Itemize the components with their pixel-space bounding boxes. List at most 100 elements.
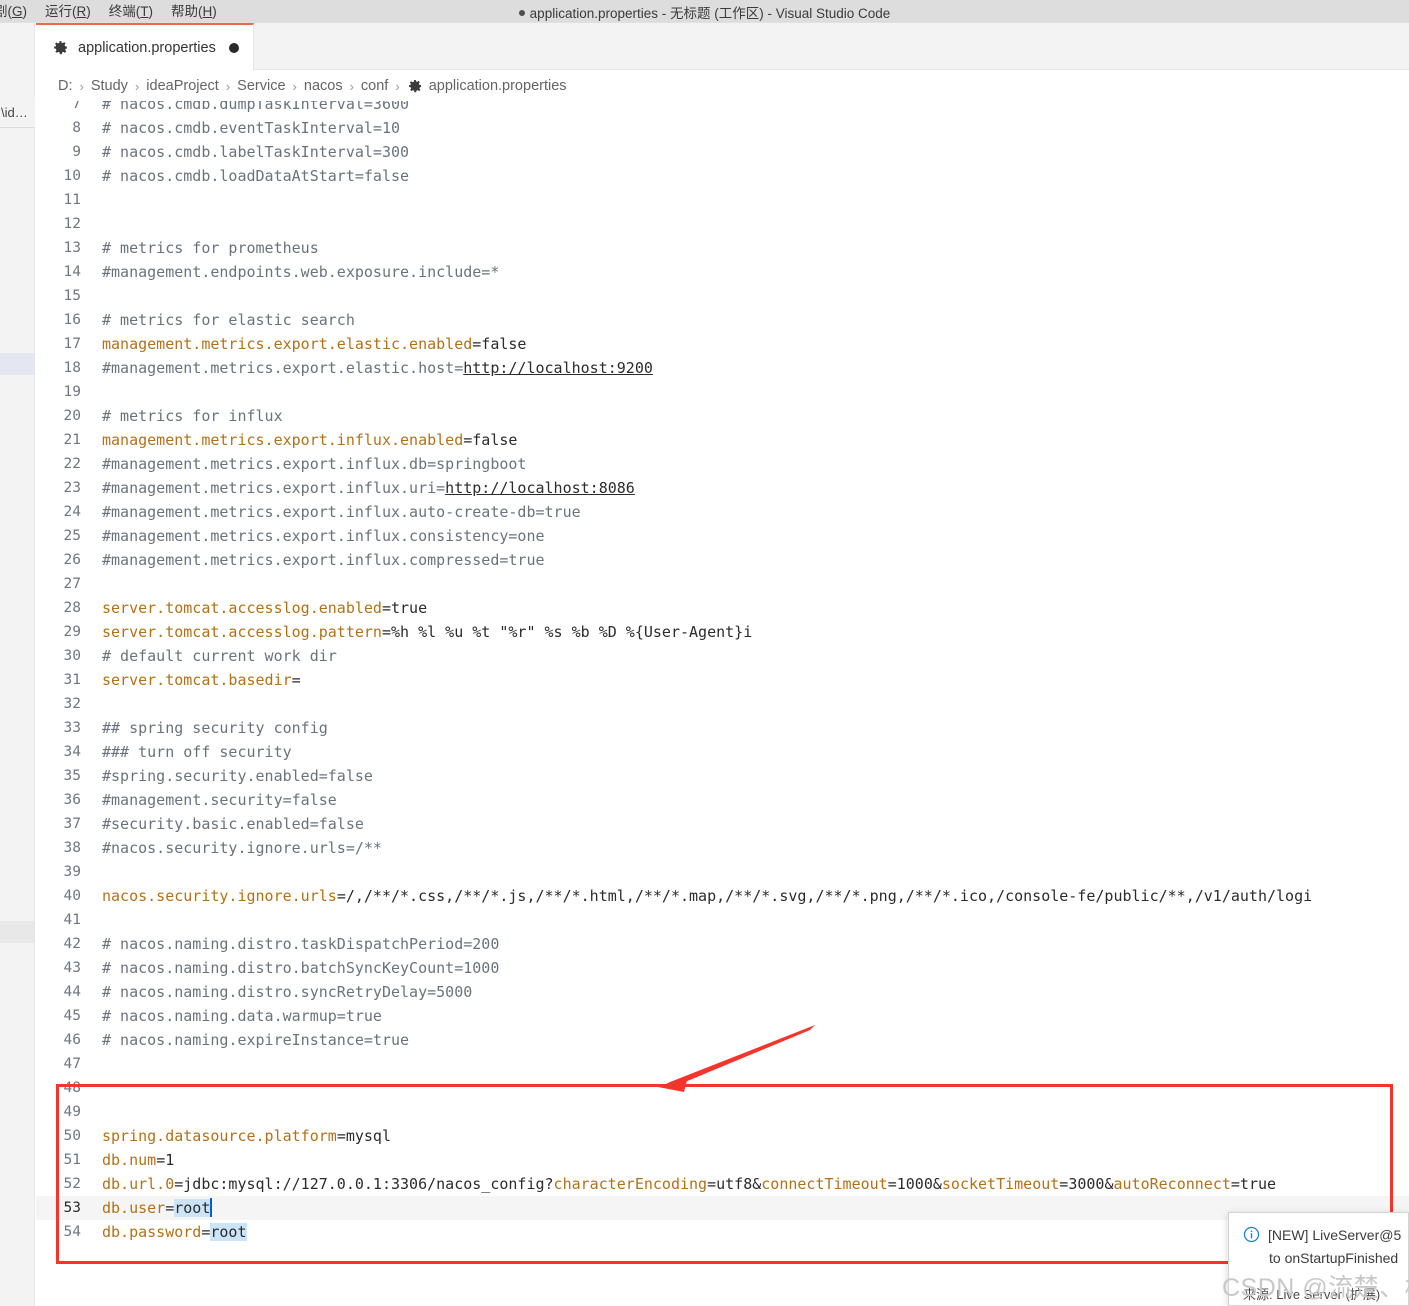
- code-line[interactable]: 36 #management.security=false: [36, 788, 1409, 812]
- code-line[interactable]: 17 management.metrics.export.elastic.enab…: [36, 332, 1409, 356]
- code-line[interactable]: 13 # metrics for prometheus: [36, 236, 1409, 260]
- notification-toast[interactable]: [NEW] LiveServer@5 to onStartupFinished …: [1228, 1212, 1409, 1306]
- line-content[interactable]: #management.metrics.export.influx.compre…: [102, 548, 545, 572]
- code-line[interactable]: 21 management.metrics.export.influx.enabl…: [36, 428, 1409, 452]
- code-line[interactable]: 15: [36, 284, 1409, 308]
- code-line[interactable]: 18 #management.metrics.export.elastic.hos…: [36, 356, 1409, 380]
- line-content[interactable]: db.password=root: [102, 1220, 247, 1244]
- line-content[interactable]: # default current work dir: [102, 644, 337, 668]
- menu-item-0[interactable]: 剧(G): [0, 0, 27, 23]
- code-line[interactable]: 16 # metrics for elastic search: [36, 308, 1409, 332]
- code-line[interactable]: 9 # nacos.cmdb.labelTaskInterval=300: [36, 140, 1409, 164]
- code-line[interactable]: 35 #spring.security.enabled=false: [36, 764, 1409, 788]
- breadcrumb-item-4[interactable]: nacos: [304, 78, 343, 94]
- line-content[interactable]: #management.metrics.export.influx.db=spr…: [102, 452, 526, 476]
- line-content[interactable]: db.url.0=jdbc:mysql://127.0.0.1:3306/nac…: [102, 1172, 1276, 1196]
- code-line[interactable]: 47: [36, 1052, 1409, 1076]
- code-line[interactable]: 43 # nacos.naming.distro.batchSyncKeyCoun…: [36, 956, 1409, 980]
- code-line[interactable]: 22 #management.metrics.export.influx.db=s…: [36, 452, 1409, 476]
- code-line[interactable]: 54 db.password=root: [36, 1220, 1409, 1244]
- code-line[interactable]: 8 # nacos.cmdb.eventTaskInterval=10: [36, 116, 1409, 140]
- code-content[interactable]: 7 # nacos.cmdb.dumpTaskInterval=3600 8 # na…: [36, 101, 1409, 1244]
- line-content[interactable]: #management.metrics.export.influx.uri=ht…: [102, 476, 635, 500]
- code-line[interactable]: 39: [36, 860, 1409, 884]
- line-content[interactable]: ## spring security config: [102, 716, 328, 740]
- line-content[interactable]: #management.security=false: [102, 788, 337, 812]
- code-line[interactable]: 44 # nacos.naming.distro.syncRetryDelay=5…: [36, 980, 1409, 1004]
- line-content[interactable]: server.tomcat.basedir=: [102, 668, 301, 692]
- code-line[interactable]: 33 ## spring security config: [36, 716, 1409, 740]
- breadcrumb-file[interactable]: application.properties: [407, 78, 567, 94]
- breadcrumb-item-5[interactable]: conf: [361, 78, 388, 94]
- line-content[interactable]: # nacos.cmdb.eventTaskInterval=10: [102, 116, 400, 140]
- line-content[interactable]: # nacos.naming.distro.syncRetryDelay=500…: [102, 980, 472, 1004]
- code-line[interactable]: 40 nacos.security.ignore.urls=/,/**/*.css…: [36, 884, 1409, 908]
- code-line[interactable]: 34 ### turn off security: [36, 740, 1409, 764]
- line-content[interactable]: # nacos.naming.distro.taskDispatchPeriod…: [102, 932, 499, 956]
- line-content[interactable]: # nacos.cmdb.labelTaskInterval=300: [102, 140, 409, 164]
- line-content[interactable]: management.metrics.export.influx.enabled…: [102, 428, 517, 452]
- code-line[interactable]: 26 #management.metrics.export.influx.comp…: [36, 548, 1409, 572]
- code-line[interactable]: 24 #management.metrics.export.influx.auto…: [36, 500, 1409, 524]
- breadcrumb-item-3[interactable]: Service: [237, 78, 285, 94]
- side-panel-tab[interactable]: \id…: [0, 97, 35, 128]
- line-content[interactable]: #spring.security.enabled=false: [102, 764, 373, 788]
- line-content[interactable]: #management.metrics.export.influx.auto-c…: [102, 500, 581, 524]
- line-content[interactable]: # metrics for elastic search: [102, 308, 355, 332]
- code-line[interactable]: 50 spring.datasource.platform=mysql: [36, 1124, 1409, 1148]
- code-line[interactable]: 31 server.tomcat.basedir=: [36, 668, 1409, 692]
- code-line[interactable]: 45 # nacos.naming.data.warmup=true: [36, 1004, 1409, 1028]
- code-line[interactable]: 28 server.tomcat.accesslog.enabled=true: [36, 596, 1409, 620]
- code-line[interactable]: 19: [36, 380, 1409, 404]
- tab-dirty-indicator-icon[interactable]: [228, 42, 239, 53]
- line-content[interactable]: # nacos.naming.data.warmup=true: [102, 1004, 382, 1028]
- line-content[interactable]: #security.basic.enabled=false: [102, 812, 364, 836]
- line-content[interactable]: server.tomcat.accesslog.pattern=%h %l %u…: [102, 620, 752, 644]
- line-content[interactable]: # nacos.cmdb.dumpTaskInterval=3600: [102, 101, 409, 116]
- code-line[interactable]: 25 #management.metrics.export.influx.cons…: [36, 524, 1409, 548]
- line-content[interactable]: # nacos.cmdb.loadDataAtStart=false: [102, 164, 409, 188]
- code-line[interactable]: 49: [36, 1100, 1409, 1124]
- code-line[interactable]: 51 db.num=1: [36, 1148, 1409, 1172]
- side-panel-strip[interactable]: \id…: [0, 23, 35, 1306]
- breadcrumb-item-0[interactable]: D:: [58, 78, 73, 94]
- editor-pane[interactable]: 7 # nacos.cmdb.dumpTaskInterval=3600 8 # na…: [36, 101, 1409, 1306]
- line-content[interactable]: # metrics for influx: [102, 404, 283, 428]
- tab-application-properties[interactable]: application.properties: [36, 23, 254, 70]
- line-content[interactable]: db.user=root: [102, 1196, 213, 1220]
- line-content[interactable]: #nacos.security.ignore.urls=/**: [102, 836, 382, 860]
- line-content[interactable]: #management.metrics.export.elastic.host=…: [102, 356, 653, 380]
- menu-item-3[interactable]: 帮助(H): [171, 0, 217, 23]
- line-content[interactable]: db.num=1: [102, 1148, 174, 1172]
- code-line[interactable]: 38 #nacos.security.ignore.urls=/**: [36, 836, 1409, 860]
- code-line[interactable]: 30 # default current work dir: [36, 644, 1409, 668]
- code-line[interactable]: 37 #security.basic.enabled=false: [36, 812, 1409, 836]
- line-content[interactable]: #management.endpoints.web.exposure.inclu…: [102, 260, 499, 284]
- code-line[interactable]: 7 # nacos.cmdb.dumpTaskInterval=3600: [36, 101, 1409, 116]
- code-line[interactable]: 11: [36, 188, 1409, 212]
- line-content[interactable]: # nacos.naming.distro.batchSyncKeyCount=…: [102, 956, 499, 980]
- menu-item-2[interactable]: 终端(T): [109, 0, 153, 23]
- code-line[interactable]: 52 db.url.0=jdbc:mysql://127.0.0.1:3306/n…: [36, 1172, 1409, 1196]
- code-line[interactable]: 32: [36, 692, 1409, 716]
- line-content[interactable]: #management.metrics.export.influx.consis…: [102, 524, 545, 548]
- code-line[interactable]: 20 # metrics for influx: [36, 404, 1409, 428]
- code-line[interactable]: 27: [36, 572, 1409, 596]
- line-content[interactable]: ### turn off security: [102, 740, 292, 764]
- side-panel-row[interactable]: [0, 921, 35, 943]
- line-content[interactable]: nacos.security.ignore.urls=/,/**/*.css,/…: [102, 884, 1312, 908]
- code-line[interactable]: 23 #management.metrics.export.influx.uri=…: [36, 476, 1409, 500]
- code-line[interactable]: 41: [36, 908, 1409, 932]
- code-line[interactable]: 29 server.tomcat.accesslog.pattern=%h %l …: [36, 620, 1409, 644]
- line-content[interactable]: # nacos.naming.expireInstance=true: [102, 1028, 409, 1052]
- line-content[interactable]: server.tomcat.accesslog.enabled=true: [102, 596, 427, 620]
- code-line[interactable]: 10 # nacos.cmdb.loadDataAtStart=false: [36, 164, 1409, 188]
- line-content[interactable]: spring.datasource.platform=mysql: [102, 1124, 391, 1148]
- code-line[interactable]: 12: [36, 212, 1409, 236]
- code-line[interactable]: 53 db.user=root: [36, 1196, 1409, 1220]
- code-line[interactable]: 46 # nacos.naming.expireInstance=true: [36, 1028, 1409, 1052]
- code-line[interactable]: 42 # nacos.naming.distro.taskDispatchPeri…: [36, 932, 1409, 956]
- line-content[interactable]: management.metrics.export.elastic.enable…: [102, 332, 526, 356]
- breadcrumb-item-2[interactable]: ideaProject: [146, 78, 219, 94]
- line-content[interactable]: # metrics for prometheus: [102, 236, 319, 260]
